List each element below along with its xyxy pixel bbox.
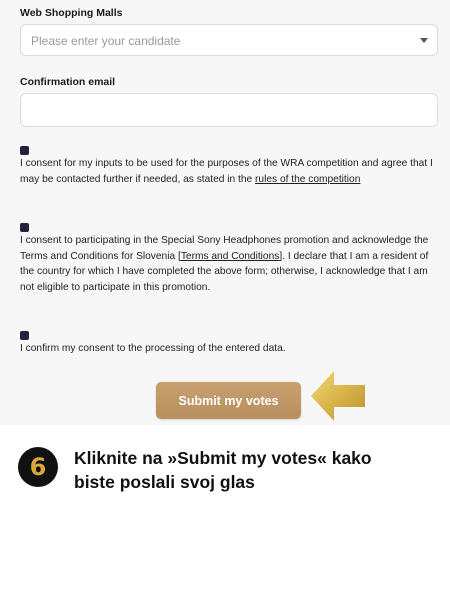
consent-checkbox-3[interactable] xyxy=(20,331,29,340)
malls-select-placeholder: Please enter your candidate xyxy=(31,34,181,48)
rules-link[interactable]: rules of the competition xyxy=(255,174,360,185)
consent-text-1: I consent for my inputs to be used for t… xyxy=(20,158,433,185)
consent-checkbox-2[interactable] xyxy=(20,223,29,232)
terms-link[interactable]: [Terms and Conditions] xyxy=(178,251,282,262)
email-field[interactable] xyxy=(20,93,438,127)
email-label: Confirmation email xyxy=(20,76,116,88)
step-badge: 6 xyxy=(18,447,58,487)
step-number: 6 xyxy=(29,453,47,481)
consent-checkbox-1[interactable] xyxy=(20,146,29,155)
consent-text-3: I confirm my consent to the processing o… xyxy=(20,343,286,354)
submit-button[interactable]: Submit my votes xyxy=(156,382,301,419)
consent-text-2: I consent to participating in the Specia… xyxy=(20,235,429,293)
malls-select[interactable]: Please enter your candidate xyxy=(20,24,438,56)
malls-label: Web Shopping Malls xyxy=(20,7,123,19)
chevron-down-icon xyxy=(420,38,428,43)
arrow-left-icon xyxy=(311,371,365,421)
instruction-text: Kliknite na »Submit my votes« kako biste… xyxy=(74,448,372,492)
voting-form: Web Shopping Malls Please enter your can… xyxy=(0,0,450,425)
